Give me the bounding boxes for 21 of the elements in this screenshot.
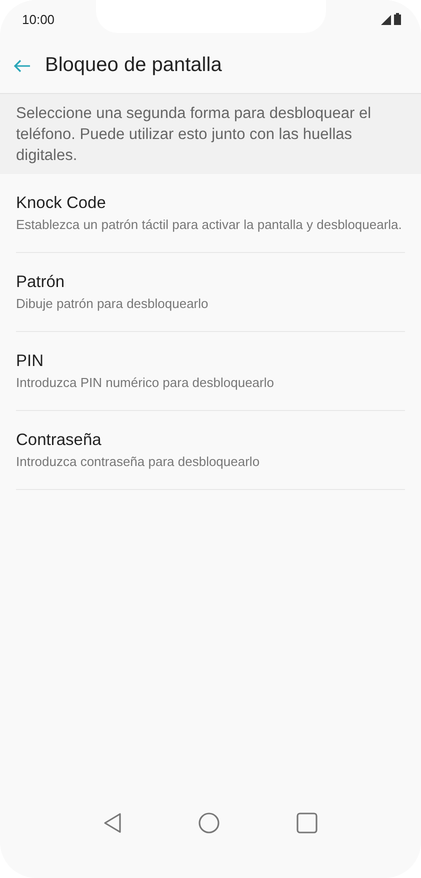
back-button[interactable] (13, 58, 31, 72)
option-subtitle: Establezca un patrón táctil para activar la pantalla y desbloquearla. (16, 216, 403, 234)
lock-option[interactable]: Patrón Dibuje patrón para desbloquearlo (16, 253, 405, 332)
screen-title: Bloqueo de pantalla (45, 54, 222, 77)
back-nav-button[interactable] (102, 812, 123, 834)
status-time: 10:00 (22, 12, 55, 26)
option-title: Patrón (16, 272, 66, 293)
option-subtitle: Introduzca contraseña para desbloquearlo (16, 453, 261, 471)
recents-nav-button[interactable] (296, 812, 318, 834)
option-title: Contraseña (16, 430, 102, 451)
signal-icon (381, 15, 391, 25)
description-text: Seleccione una segunda forma para desbloquear el teléfono. Puede utilizar esto junto con las huellas digitales. (16, 104, 372, 166)
option-title: PIN (16, 351, 45, 372)
lock-option[interactable]: Contraseña Introduzca contraseña para desbloquearlo (16, 411, 405, 490)
battery-icon (394, 13, 401, 25)
lock-option[interactable]: Knock Code Establezca un patrón táctil para activar la pantalla y desbloquearla. (16, 174, 405, 253)
option-subtitle: Introduzca PIN numérico para desbloquearlo (16, 374, 275, 392)
option-title: Knock Code (16, 193, 107, 214)
home-nav-button[interactable] (198, 812, 220, 834)
option-subtitle: Dibuje patrón para desbloquearlo (16, 295, 210, 313)
lock-option[interactable]: PIN Introduzca PIN numérico para desbloquearlo (16, 332, 405, 411)
